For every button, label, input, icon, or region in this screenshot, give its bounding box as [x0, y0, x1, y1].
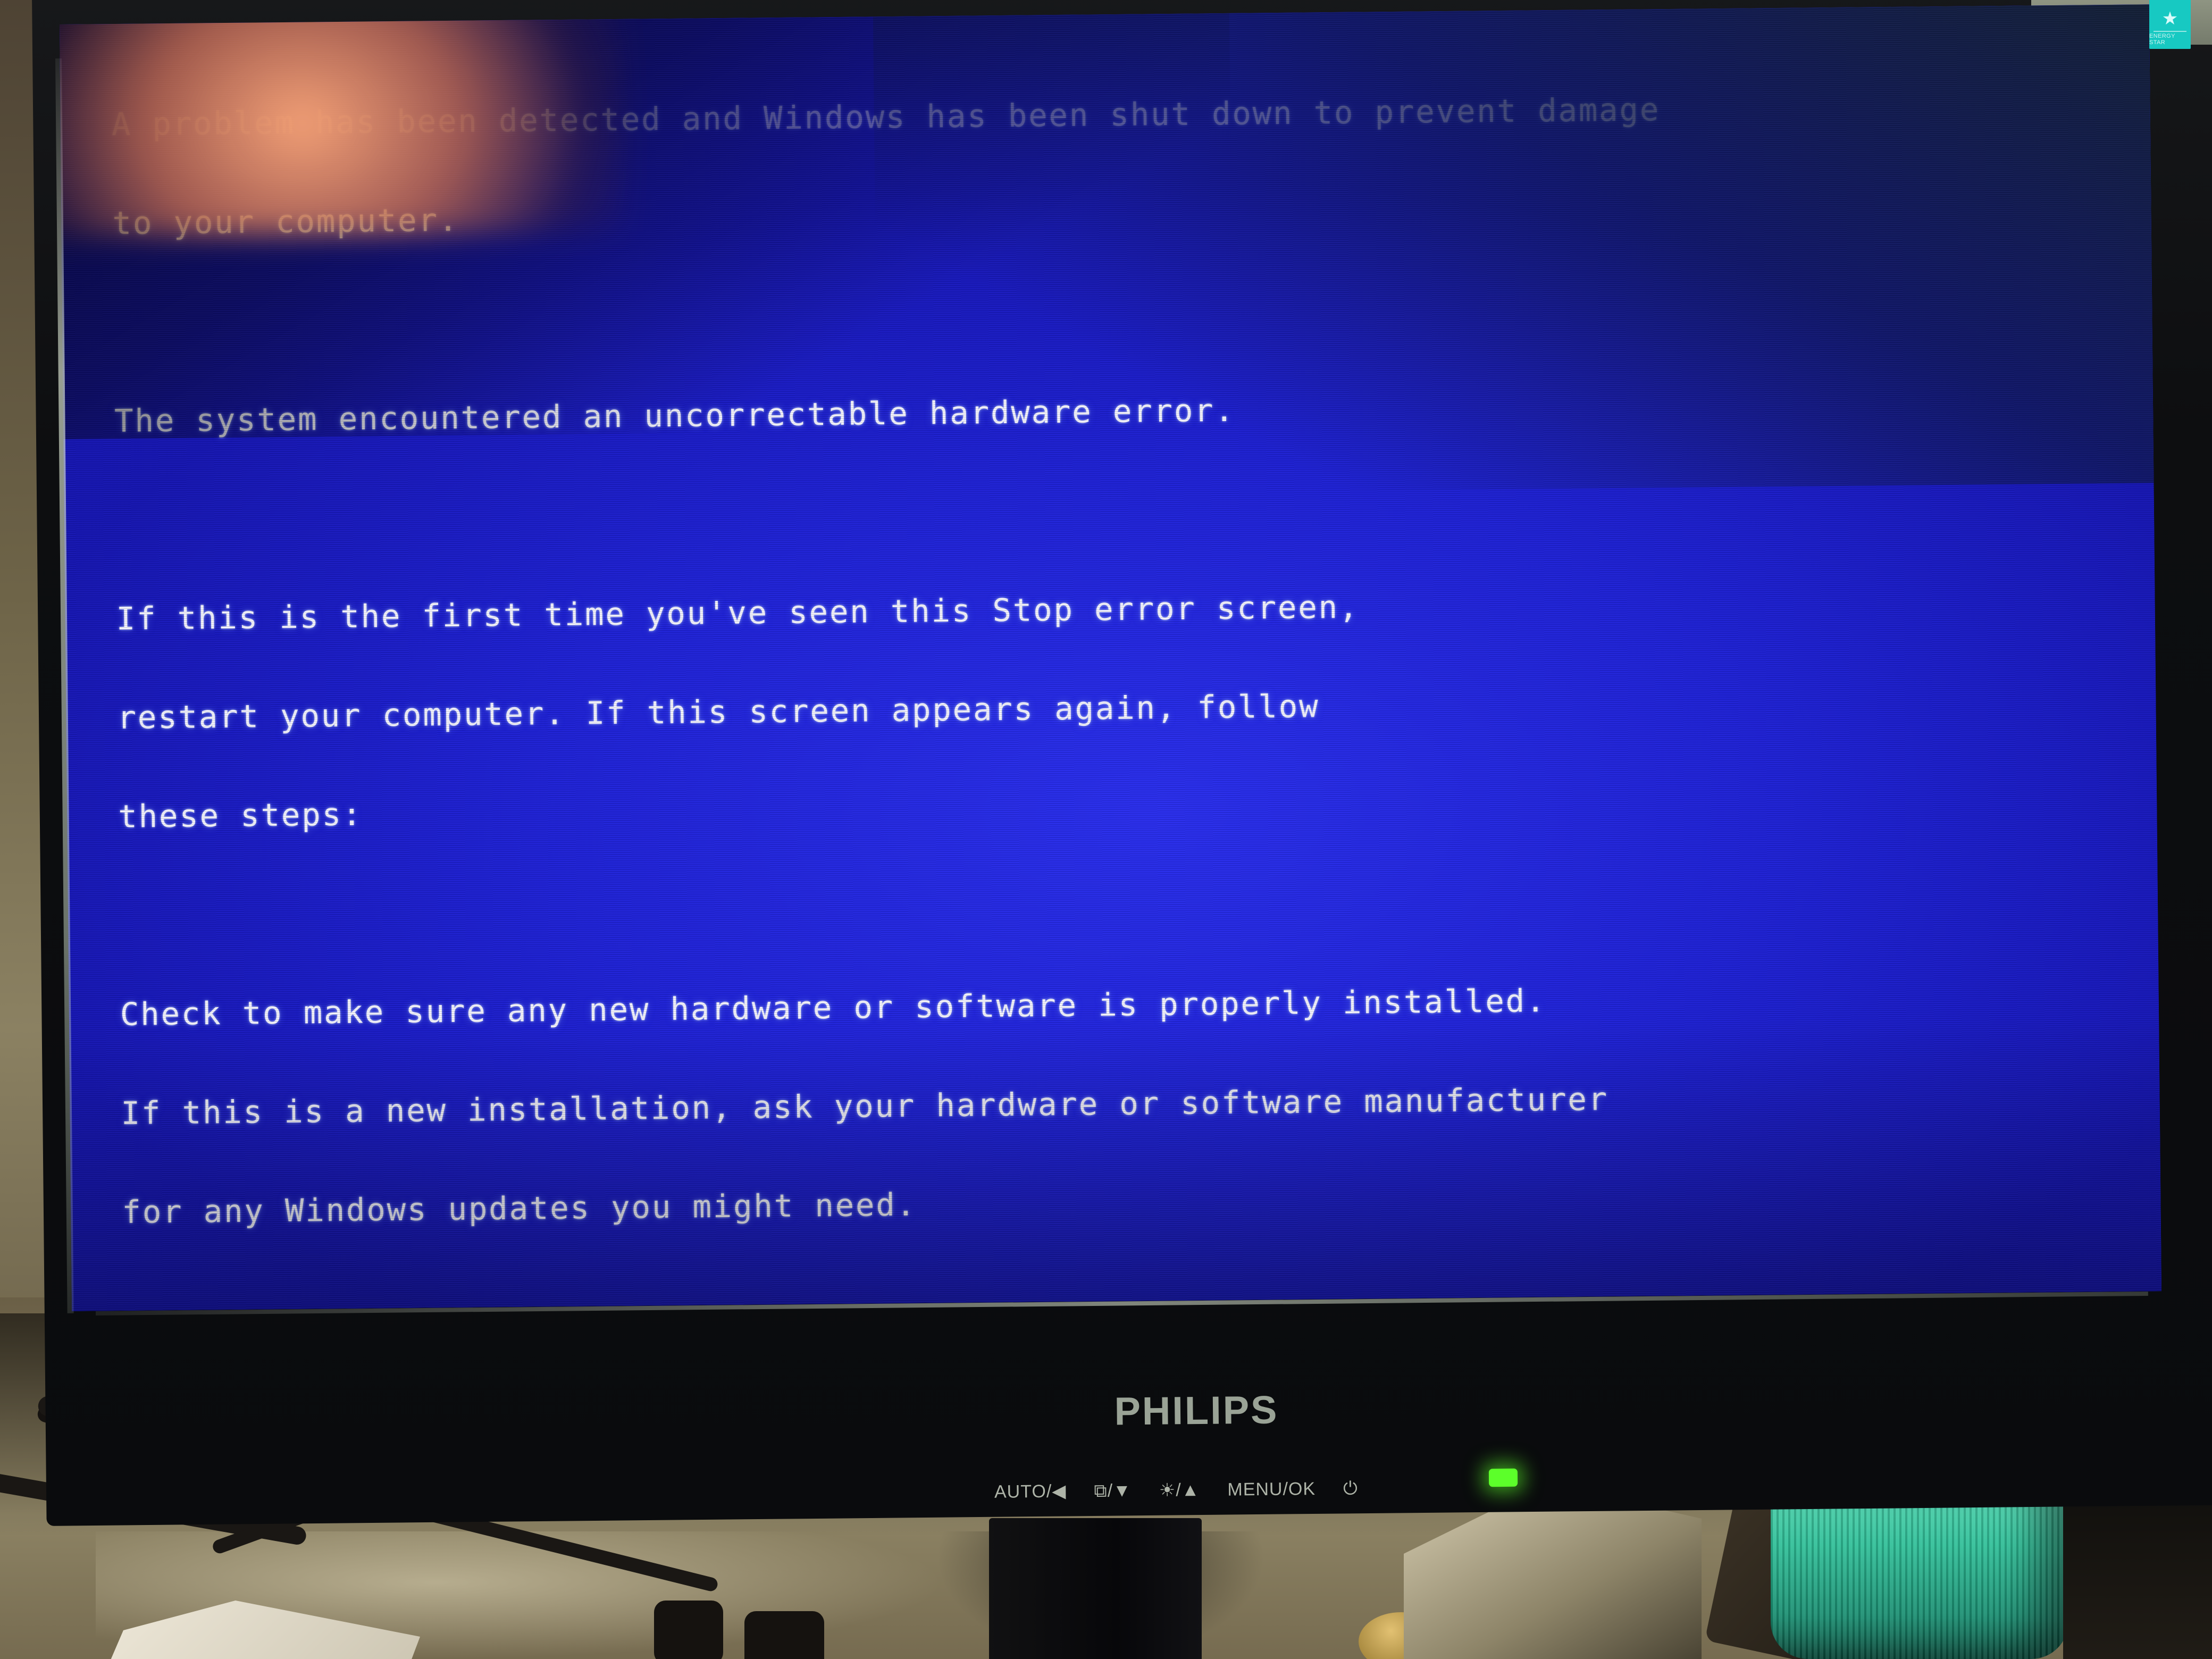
bsod-line: If this is the first time you've seen th…: [116, 588, 1360, 638]
screen-glare-top-right: [873, 4, 2154, 496]
monitor-stand-neck: [989, 1518, 1202, 1659]
monitor-control-strip[interactable]: AUTO/◀ ⧉/▼ ☀/▲ MENU/OK ⏻: [994, 1468, 1527, 1511]
energy-star-icon: ★: [2161, 9, 2179, 29]
power-led-indicator: [1488, 1468, 1518, 1487]
photo-scene: A problem has been detected and Windows …: [0, 0, 2212, 1659]
energy-star-sticker: ★ ENERGY STAR: [2149, 0, 2191, 49]
lens-flare-finger: [60, 4, 625, 238]
cable-plug: [654, 1601, 723, 1659]
sticker-divider: [2154, 31, 2186, 32]
philips-logo: PHILIPS: [1114, 1387, 1279, 1434]
input-down-button[interactable]: ⧉/▼: [1094, 1480, 1132, 1502]
auto-left-button[interactable]: AUTO/◀: [994, 1481, 1067, 1503]
bsod-line: restart your computer. If this screen ap…: [117, 688, 1320, 736]
cable-plug: [744, 1611, 824, 1659]
menu-ok-button[interactable]: MENU/OK: [1227, 1479, 1316, 1501]
screen-vignette-bottom: [69, 1015, 2162, 1311]
bsod-line: these steps:: [118, 795, 363, 835]
philips-monitor: A problem has been detected and Windows …: [32, 0, 2212, 1537]
brightness-up-button[interactable]: ☀/▲: [1159, 1479, 1200, 1501]
power-icon[interactable]: ⏻: [1343, 1478, 1358, 1499]
energy-star-label: ENERGY STAR: [2149, 33, 2175, 46]
bsod-spacer: [119, 879, 2161, 932]
monitor-screen: A problem has been detected and Windows …: [60, 4, 2162, 1311]
